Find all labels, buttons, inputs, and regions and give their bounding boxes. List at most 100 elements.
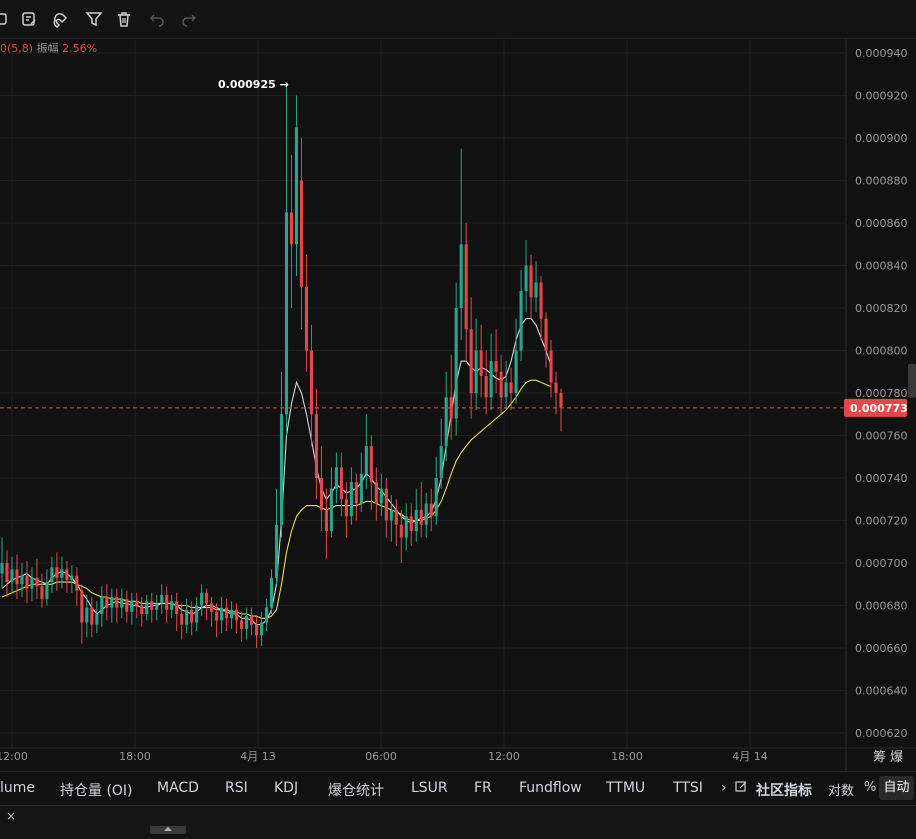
trash-icon[interactable] (115, 10, 133, 28)
candle-body (369, 446, 373, 483)
filter-icon[interactable] (85, 10, 103, 28)
price-chart[interactable]: 0.000940 0.000920 0.000900 0.000880 0.000860… (0, 38, 916, 770)
candle-body (220, 607, 224, 621)
magnet-icon[interactable] (51, 10, 69, 29)
candle-body (319, 478, 323, 510)
candle-body (534, 282, 538, 298)
candle-body (100, 597, 104, 614)
candle-body (115, 597, 119, 608)
candle-body (439, 446, 443, 478)
indicator-tab[interactable]: KDJ (274, 780, 298, 796)
close-icon[interactable]: × (6, 809, 16, 823)
candle-body (494, 361, 498, 372)
candle-body (549, 350, 553, 383)
candle-body (160, 594, 164, 604)
indicator-tab[interactable]: lume (0, 780, 35, 796)
candle-body (245, 616, 249, 629)
candle-body (130, 601, 134, 612)
candle-body (529, 265, 533, 298)
high-marker-label: 0.000925 → (218, 78, 289, 91)
candle-body (190, 609, 194, 623)
candle-body (225, 607, 229, 619)
log-scale-button[interactable]: 对数 (828, 780, 854, 799)
candle-body (125, 599, 129, 612)
candle-body (259, 622, 264, 636)
indicator-tab[interactable]: RSI (225, 780, 248, 796)
candle-body (250, 616, 254, 625)
drawing-tool-icon[interactable] (0, 10, 10, 28)
collapse-handle[interactable] (150, 826, 186, 834)
candle-body (75, 575, 79, 591)
indicator-tab[interactable]: TTMU (606, 780, 645, 796)
candle-body (264, 607, 269, 623)
indicator-tab[interactable]: MACD (157, 780, 199, 796)
candle-body (5, 563, 9, 583)
candle-body (65, 569, 69, 580)
candle-body (150, 601, 154, 610)
candle-body (389, 509, 393, 521)
indicator-tab[interactable]: LSUR (411, 780, 448, 796)
price-tick-label: 0.000700 (855, 557, 908, 570)
auto-scale-button[interactable]: 自动 (879, 776, 914, 800)
candle-body (155, 603, 159, 610)
candle-body (85, 607, 89, 623)
indicator-tab[interactable]: 爆仓统计 (328, 780, 384, 800)
candle-body (45, 582, 49, 600)
candle-body (354, 482, 358, 504)
note-icon[interactable] (20, 10, 38, 28)
price-scale-handle (908, 363, 916, 398)
price-tick-label: 0.000860 (855, 217, 908, 230)
price-tick-label: 0.000880 (855, 175, 908, 188)
time-tick-label: 4月 13 (240, 750, 276, 763)
price-tick-label: 0.000740 (855, 472, 908, 485)
candle-body (269, 577, 274, 608)
candle-body (539, 282, 543, 319)
indicator-tab[interactable]: FR (474, 780, 492, 796)
price-tick-label: 0.000720 (855, 515, 908, 528)
candle-body (145, 601, 149, 614)
candle-body (349, 482, 353, 517)
candle-body (60, 569, 64, 578)
candle-body (294, 127, 299, 245)
candle-body (215, 611, 219, 621)
candle-body (509, 382, 513, 393)
candle-body (414, 509, 418, 532)
candle-body (210, 603, 214, 612)
candle-body (519, 291, 523, 351)
candle-body (0, 563, 4, 574)
price-tick-label: 0.000640 (855, 685, 908, 698)
price-tick-label: 0.000920 (855, 90, 908, 103)
candle-body (120, 599, 124, 608)
current-price-label: 0.000773 (850, 402, 908, 415)
candle-body (185, 609, 189, 625)
candle-body (359, 473, 363, 504)
candle-body (459, 244, 463, 308)
candle-body (489, 361, 493, 398)
price-tick-label: 0.000680 (855, 600, 908, 613)
percent-scale-button[interactable]: % (864, 780, 876, 795)
indicator-tab[interactable]: Fundflow (519, 780, 582, 796)
undo-icon[interactable] (148, 10, 166, 28)
redo-icon[interactable] (180, 10, 198, 28)
indicator-tab[interactable]: › (721, 780, 727, 796)
price-tick-label: 0.000820 (855, 302, 908, 315)
candle-body (364, 446, 368, 474)
edit-icon[interactable] (735, 780, 748, 796)
candle-body (559, 393, 563, 408)
candle-body (329, 488, 333, 532)
candle-body (379, 488, 383, 504)
candle-body (235, 609, 239, 621)
candle-body (374, 482, 378, 504)
candle-body (454, 308, 458, 419)
candle-body (524, 265, 528, 291)
candle-body (25, 575, 29, 589)
indicator-tab[interactable]: TTSI (673, 780, 703, 796)
price-tick-label: 0.000780 (855, 387, 908, 400)
indicator-tab[interactable]: 持仓量 (OI) (60, 780, 133, 800)
candle-body (434, 478, 438, 517)
candle-body (504, 382, 508, 398)
candle-body (334, 467, 338, 489)
candle-body (20, 575, 24, 585)
community-indicators-tab[interactable]: 社区指标 (756, 780, 812, 800)
candle-body (105, 597, 109, 608)
